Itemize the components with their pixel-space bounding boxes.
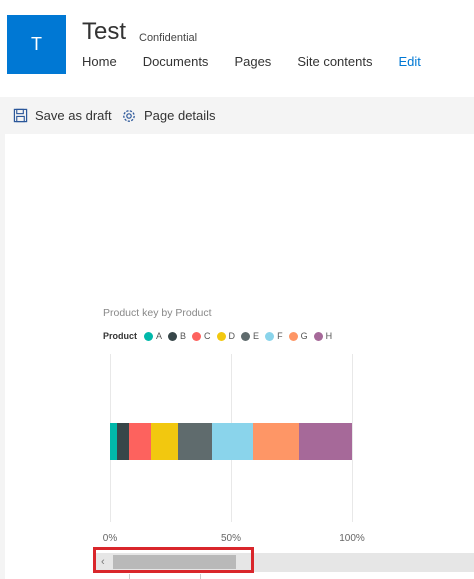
top-navigation: Home Documents Pages Site contents Edit: [82, 54, 421, 69]
bar-segment-h[interactable]: [298, 423, 352, 460]
chart-legend: Product A B C D E F G H: [103, 331, 338, 341]
page-details-button[interactable]: Page details: [121, 97, 216, 134]
bar-segment-a[interactable]: [110, 423, 118, 460]
legend-label-g: G: [300, 331, 308, 341]
site-classification: Confidential: [139, 32, 198, 44]
bottom-divider: [129, 574, 201, 579]
legend-item-f[interactable]: F: [265, 331, 283, 341]
bar-segment-b[interactable]: [117, 423, 130, 460]
legend-dot-e: [241, 331, 251, 341]
legend-label-d: D: [228, 331, 236, 341]
chart-title: Product key by Product: [103, 307, 212, 319]
legend-label-b: B: [180, 331, 187, 341]
legend-dot-d: [216, 331, 226, 341]
bar-segment-d[interactable]: [151, 423, 178, 460]
legend-title: Product: [103, 331, 138, 341]
legend-item-b[interactable]: B: [168, 331, 186, 341]
legend-item-a[interactable]: A: [144, 331, 162, 341]
page-canvas: [5, 134, 474, 579]
legend-dot-a: [144, 331, 154, 341]
bar-segment-e[interactable]: [177, 423, 212, 460]
bar-segment-c[interactable]: [129, 423, 152, 460]
site-logo-letter: T: [31, 34, 42, 54]
legend-label-c: C: [204, 331, 211, 341]
nav-item-edit[interactable]: Edit: [398, 54, 420, 69]
x-tick-label: 100%: [339, 533, 365, 544]
legend-dot-c: [192, 331, 202, 341]
gear-icon: [123, 109, 135, 122]
legend-label-h: H: [325, 331, 333, 341]
legend-item-e[interactable]: E: [241, 331, 259, 341]
save-as-draft-button[interactable]: Save as draft: [13, 97, 112, 134]
gridline-100: [352, 354, 353, 522]
nav-item-site-contents[interactable]: Site contents: [297, 54, 372, 69]
legend-item-c[interactable]: C: [192, 331, 211, 341]
legend-label-e: E: [253, 331, 260, 341]
legend-item-d[interactable]: D: [216, 331, 236, 341]
x-tick-label: 0%: [102, 533, 118, 544]
legend-dot-f: [265, 331, 275, 341]
legend-dot-g: [288, 331, 298, 341]
nav-item-home[interactable]: Home: [82, 54, 117, 69]
save-as-draft-label: Save as draft: [35, 108, 112, 123]
legend-label-a: A: [156, 331, 163, 341]
bar-segment-f[interactable]: [211, 423, 253, 460]
site-logo[interactable]: T: [7, 15, 66, 74]
bar-segment-g[interactable]: [252, 423, 299, 460]
site-title[interactable]: Test: [82, 18, 126, 46]
legend-item-g[interactable]: G: [288, 331, 308, 341]
legend-dot-h: [313, 331, 323, 341]
legend-dot-b: [168, 331, 178, 341]
save-icon: [13, 108, 28, 123]
nav-item-pages[interactable]: Pages: [234, 54, 271, 69]
nav-item-documents[interactable]: Documents: [143, 54, 209, 69]
legend-item-h[interactable]: H: [313, 331, 333, 341]
highlight-box: [93, 547, 254, 573]
legend-label-f: F: [277, 331, 283, 341]
x-tick-label: 50%: [220, 533, 242, 544]
page-details-label: Page details: [144, 108, 216, 123]
